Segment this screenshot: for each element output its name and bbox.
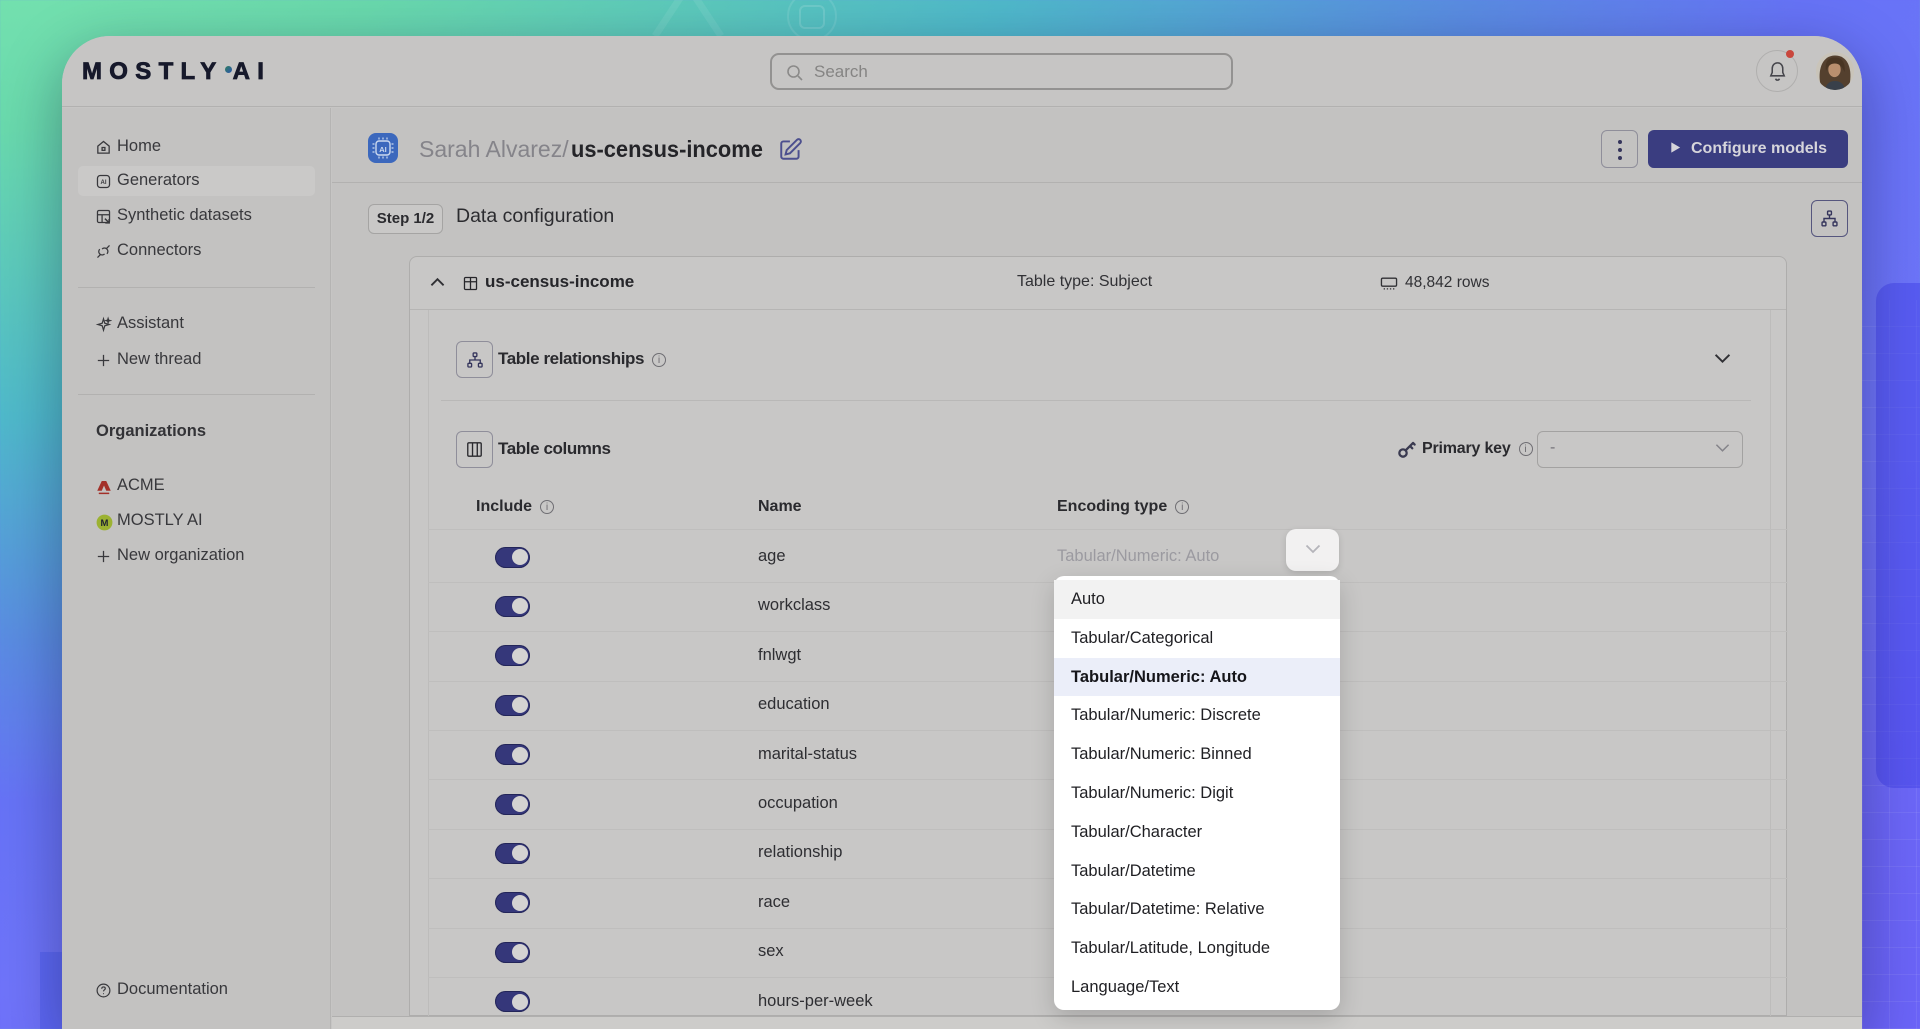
svg-text:M: M: [101, 518, 109, 529]
svg-text:AI: AI: [100, 180, 106, 186]
svg-text:AI: AI: [379, 145, 387, 154]
